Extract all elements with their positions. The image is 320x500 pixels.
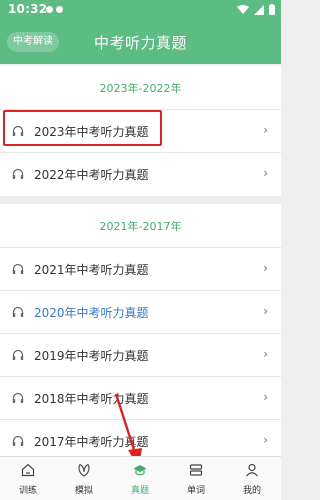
chevron-right-icon: › <box>263 123 268 137</box>
section-title: 2023年-2022年 <box>0 66 281 110</box>
headphones-icon <box>12 349 24 360</box>
cards-icon <box>189 464 203 476</box>
tab-mine[interactable]: 我的 <box>224 457 280 500</box>
graduation-cap-icon <box>133 465 147 476</box>
headphones-icon <box>12 435 24 446</box>
page-title: 中考听力真题 <box>93 34 187 52</box>
status-time: 10:32 <box>8 2 48 16</box>
headphones-icon <box>12 392 24 403</box>
item-label: 2020年中考听力真题 <box>34 306 149 320</box>
item-label: 2017年中考听力真题 <box>34 435 149 449</box>
item-label: 2019年中考听力真题 <box>34 349 149 363</box>
headphones-icon <box>12 168 24 179</box>
item-label: 2022年中考听力真题 <box>34 168 149 182</box>
tab-training[interactable]: 训练 <box>0 457 56 500</box>
tab-words[interactable]: 单词 <box>168 457 224 500</box>
tab-real-exams[interactable]: 真题 <box>112 457 168 500</box>
list-item[interactable]: 2020年中考听力真题 › <box>0 291 281 334</box>
list-item[interactable]: 2018年中考听力真题 › <box>0 377 281 420</box>
item-label: 2021年中考听力真题 <box>34 263 149 277</box>
leaf-icon <box>78 463 90 477</box>
notification-dot-icon <box>46 6 53 13</box>
section-title: 2021年-2017年 <box>0 204 281 248</box>
app-header: 中考解读 中考听力真题 <box>0 20 281 64</box>
chevron-right-icon: › <box>263 390 268 404</box>
bottom-tab-bar: 训练 模拟 真题 单词 我的 <box>0 456 281 500</box>
headphones-icon <box>12 306 24 317</box>
user-icon <box>246 463 258 477</box>
status-icons <box>237 4 275 15</box>
list-item[interactable]: 2021年中考听力真题 › <box>0 248 281 291</box>
highlight-box <box>3 110 162 146</box>
chevron-right-icon: › <box>263 166 268 180</box>
tab-label: 模拟 <box>74 486 93 496</box>
tab-label: 我的 <box>242 486 261 496</box>
battery-icon <box>269 4 275 15</box>
tab-label: 真题 <box>130 486 149 496</box>
item-label: 2018年中考听力真题 <box>34 392 149 406</box>
list-item[interactable]: 2022年中考听力真题 › <box>0 153 281 196</box>
tab-label: 训练 <box>18 486 37 496</box>
wifi-icon <box>237 4 249 14</box>
signal-icon <box>254 4 264 15</box>
headphones-icon <box>12 263 24 274</box>
tab-simulation[interactable]: 模拟 <box>56 457 112 500</box>
chevron-right-icon: › <box>263 347 268 361</box>
section-2021-2017: 2021年-2017年 2021年中考听力真题 › 2020年中考听力真题 › … <box>0 204 281 456</box>
chevron-right-icon: › <box>263 433 268 447</box>
chevron-right-icon: › <box>263 304 268 318</box>
notification-dot-icon <box>56 6 63 13</box>
chevron-right-icon: › <box>263 261 268 275</box>
tab-label: 单词 <box>186 486 205 496</box>
home-icon <box>21 463 35 477</box>
list-item[interactable]: 2019年中考听力真题 › <box>0 334 281 377</box>
status-bar: 10:32 <box>0 0 281 20</box>
